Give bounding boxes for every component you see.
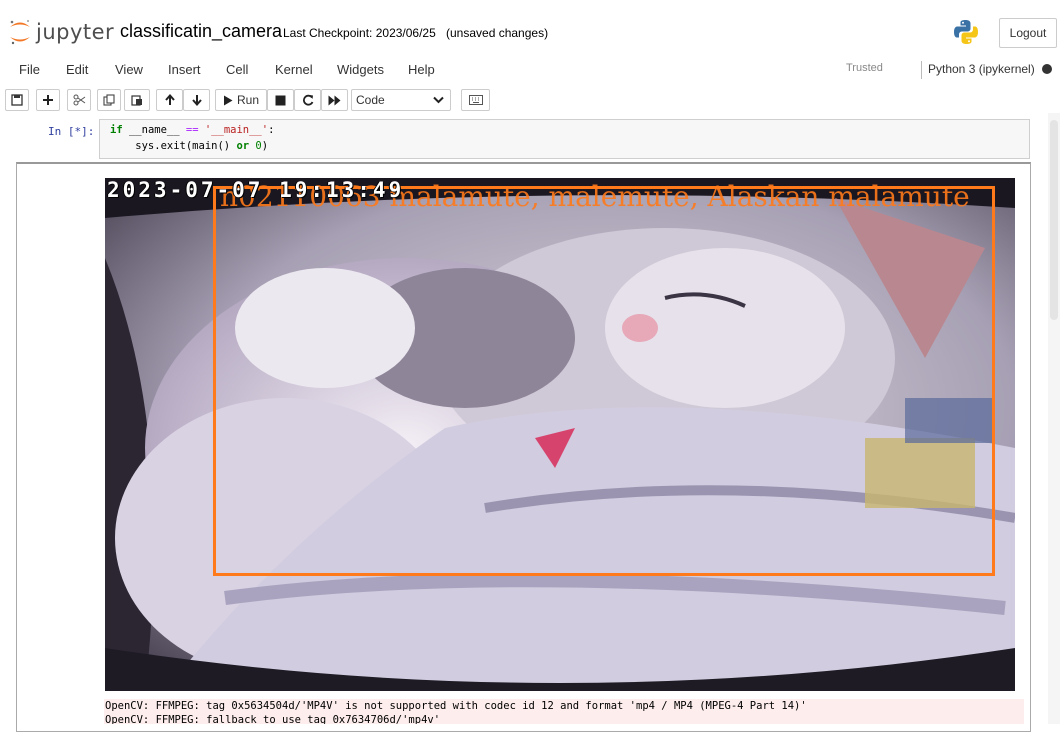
code-cell-input[interactable]: if __name__ == '__main__': sys.exit(main… xyxy=(99,119,1030,159)
unsaved-status: (unsaved changes) xyxy=(446,26,549,40)
scrollbar-thumb[interactable] xyxy=(1050,120,1058,320)
cell-type-select[interactable]: Code xyxy=(351,89,451,111)
command-palette-button[interactable] xyxy=(461,89,490,111)
kernel-separator xyxy=(921,61,922,79)
checkpoint-status: Last Checkpoint: 2023/06/25 xyxy=(283,26,436,40)
cell-prompt: In [*]: xyxy=(48,125,95,138)
header: jupyter classificatin_camera Last Checkp… xyxy=(0,0,1060,56)
interrupt-button[interactable] xyxy=(267,89,294,111)
stderr-line: OpenCV: FFMPEG: tag 0x5634504d/'MP4V' is… xyxy=(105,700,807,712)
insert-cell-button[interactable] xyxy=(36,89,60,111)
move-down-button[interactable] xyxy=(183,89,210,111)
arrow-down-icon xyxy=(191,95,202,106)
code-string: '__main__' xyxy=(204,124,269,136)
menu-widgets[interactable]: Widgets xyxy=(337,62,384,77)
menu-edit[interactable]: Edit xyxy=(66,62,88,77)
plus-icon xyxy=(43,95,53,105)
arrow-up-icon xyxy=(164,94,175,105)
python-logo-icon xyxy=(954,20,978,44)
fast-forward-icon xyxy=(328,95,341,105)
code-keyword: if xyxy=(110,124,123,136)
jupyter-logo[interactable]: jupyter xyxy=(8,14,114,50)
stderr-line: OpenCV: FFMPEG: fallback to use tag 0x76… xyxy=(105,714,441,724)
menu-file[interactable]: File xyxy=(19,62,40,77)
toolbar: Run Code xyxy=(0,89,1060,113)
menu-cell[interactable]: Cell xyxy=(226,62,248,77)
menu-view[interactable]: View xyxy=(115,62,143,77)
menu-kernel[interactable]: Kernel xyxy=(275,62,313,77)
paste-icon xyxy=(131,95,142,106)
kernel-name[interactable]: Python 3 (ipykernel) xyxy=(928,62,1035,76)
stop-icon xyxy=(275,95,286,105)
camera-frame-image: n02110063 malamute, malemute, Alaskan ma… xyxy=(105,178,1015,691)
code-operator: == xyxy=(185,124,199,136)
jupyter-logo-icon xyxy=(10,20,30,45)
move-up-button[interactable] xyxy=(156,89,183,111)
detection-bounding-box xyxy=(213,186,995,576)
copy-button[interactable] xyxy=(97,89,121,111)
frame-timestamp: 2023-07-07 19:13:49 xyxy=(107,178,405,202)
code-text: ) xyxy=(261,140,269,152)
code-keyword: or xyxy=(236,140,250,152)
notebook-name[interactable]: classificatin_camera xyxy=(120,21,282,42)
cut-button[interactable] xyxy=(67,89,91,111)
restart-icon xyxy=(302,94,313,106)
kernel-busy-indicator xyxy=(1042,64,1052,74)
run-label: Run xyxy=(236,93,259,107)
menu-bar: File Edit View Insert Cell Kernel Widget… xyxy=(0,56,1060,84)
chevron-down-icon xyxy=(433,96,444,104)
keyboard-icon xyxy=(468,95,483,105)
cell-type-value: Code xyxy=(356,93,385,107)
trusted-indicator[interactable]: Trusted xyxy=(846,62,883,74)
logout-button[interactable]: Logout xyxy=(999,18,1057,48)
menu-insert[interactable]: Insert xyxy=(168,62,201,77)
run-button[interactable]: Run xyxy=(215,89,267,111)
restart-button[interactable] xyxy=(294,89,321,111)
paste-button[interactable] xyxy=(124,89,150,111)
play-icon xyxy=(223,95,233,105)
save-icon xyxy=(11,94,23,106)
restart-run-all-button[interactable] xyxy=(321,89,348,111)
code-text: sys.exit(main() xyxy=(110,140,237,152)
copy-icon xyxy=(103,94,115,106)
stderr-output: OpenCV: FFMPEG: tag 0x5634504d/'MP4V' is… xyxy=(104,699,1024,724)
jupyter-logo-text: jupyter xyxy=(36,20,115,44)
code-line-2: sys.exit(main() or 0) xyxy=(110,140,268,152)
code-text: : xyxy=(268,124,275,136)
menu-help[interactable]: Help xyxy=(408,62,435,77)
code-line-1: if __name__ == '__main__': xyxy=(110,124,274,136)
cut-icon xyxy=(73,94,85,106)
code-text: __name__ xyxy=(122,124,186,136)
save-button[interactable] xyxy=(5,89,29,111)
